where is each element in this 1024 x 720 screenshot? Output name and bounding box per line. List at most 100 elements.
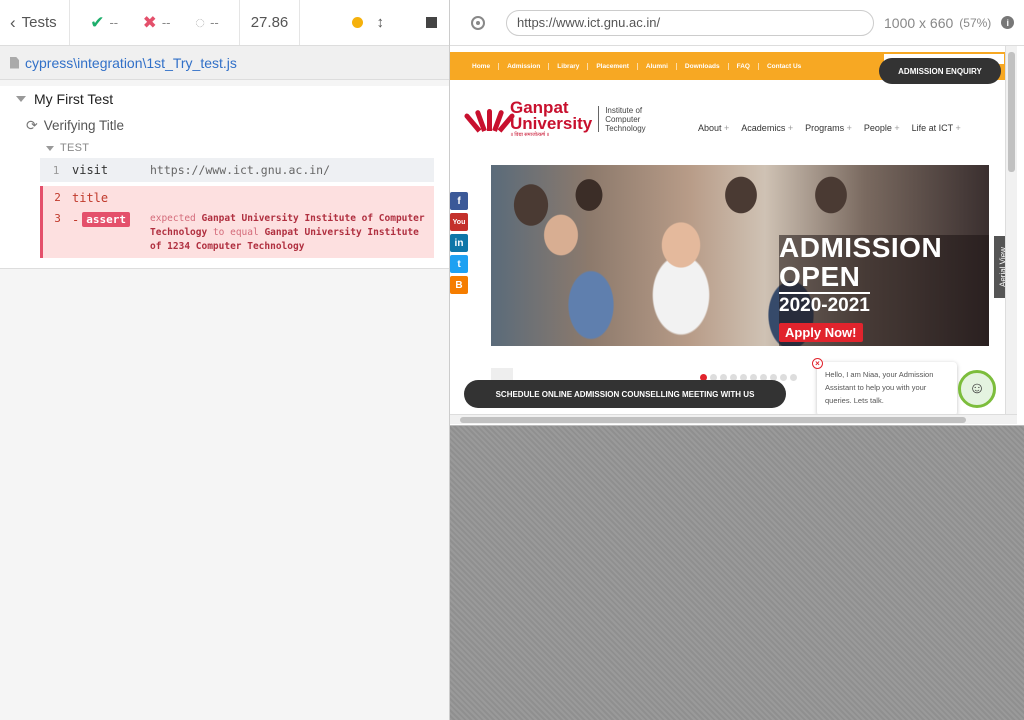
ganpat-logo-icon xyxy=(463,105,516,133)
site-main-menu: About Academics Programs People Life at … xyxy=(698,123,961,133)
admission-enquiry-button[interactable]: ADMISSION ENQUIRY xyxy=(879,58,1001,84)
refresh-icon: ⟳ xyxy=(26,116,38,133)
menu-programs[interactable]: Programs xyxy=(805,123,852,133)
site-nav-contact[interactable]: Contact Us xyxy=(759,63,809,70)
viewport-info[interactable]: 1000 x 660 (57%) i xyxy=(884,14,1015,31)
x-icon: ✖ xyxy=(142,12,157,32)
circle-notch-icon: ◌ xyxy=(194,12,206,32)
command-row-visit[interactable]: 1 visit https://www.ict.gnu.ac.in/ xyxy=(40,158,434,182)
banner-line-1: ADMISSION xyxy=(779,232,943,263)
close-icon[interactable]: × xyxy=(812,358,823,369)
aut-pane: https://www.ict.gnu.ac.in/ 1000 x 660 (5… xyxy=(450,0,1024,720)
vertical-scrollbar[interactable] xyxy=(1005,46,1017,416)
logo-divider xyxy=(598,106,600,132)
admission-banner[interactable]: ADMISSION OPEN 2020-2021 Apply Now! xyxy=(491,165,989,346)
command-message: https://www.ict.gnu.ac.in/ xyxy=(150,163,331,177)
viewport-size: 1000 x 660 xyxy=(884,14,954,31)
arrows-vertical-icon[interactable]: ↕ xyxy=(377,14,385,31)
assistant-avatar-icon: ☺ xyxy=(968,380,986,397)
twitter-icon[interactable]: t xyxy=(450,255,468,273)
tests-back-button[interactable]: ‹ Tests xyxy=(0,0,70,45)
test-title: Verifying Title xyxy=(43,117,125,133)
banner-year: 2020-2021 xyxy=(779,292,870,317)
command-number: 2 xyxy=(54,191,61,204)
caret-down-icon xyxy=(16,96,26,102)
menu-people[interactable]: People xyxy=(864,123,900,133)
site-nav-library[interactable]: Library xyxy=(549,62,589,70)
reporter-pane: ‹ Tests ✔ -- ✖ -- ◌ -- 27.86 ↕ cypress\i… xyxy=(0,0,450,720)
site-nav-downloads[interactable]: Downloads xyxy=(677,62,729,70)
caret-down-icon xyxy=(46,145,54,151)
youtube-icon[interactable]: You xyxy=(450,213,468,231)
site-nav-alumni[interactable]: Alumni xyxy=(638,62,677,70)
social-icons: f You in t B xyxy=(450,192,468,294)
selector-playground-button[interactable] xyxy=(450,15,506,30)
file-icon xyxy=(10,56,19,69)
command-row-assert[interactable]: 3 - assert expected Ganpat University In… xyxy=(40,210,434,258)
logo-inst-line-1: Institute of xyxy=(605,105,643,115)
stats-bar: ✔ -- ✖ -- ◌ -- xyxy=(70,0,240,45)
passed-count: -- xyxy=(109,15,119,30)
carousel-dot[interactable] xyxy=(780,374,787,381)
tests-label: Tests xyxy=(21,14,57,31)
banner-line-2: OPEN xyxy=(779,261,861,292)
aut-header: https://www.ict.gnu.ac.in/ 1000 x 660 (5… xyxy=(450,0,1024,46)
apply-now-button[interactable]: Apply Now! xyxy=(779,323,863,342)
spec-file-header: cypress\integration\1st_Try_test.js xyxy=(0,46,449,80)
test-row[interactable]: ⟳ Verifying Title xyxy=(0,112,449,138)
site-logo[interactable]: Ganpat University ॥ विद्या समाजोत्कर्ष ॥… xyxy=(463,99,646,138)
run-controls: ↕ xyxy=(300,0,449,45)
aut-background xyxy=(450,426,1024,720)
reporter-header: ‹ Tests ✔ -- ✖ -- ◌ -- 27.86 ↕ xyxy=(0,0,449,46)
menu-about[interactable]: About xyxy=(698,123,729,133)
check-icon: ✔ xyxy=(90,12,105,32)
pending-count: -- xyxy=(210,15,219,30)
command-log: 1 visit https://www.ict.gnu.ac.in/ 2 tit… xyxy=(40,158,434,258)
stop-icon[interactable] xyxy=(426,17,437,28)
site-nav-placement[interactable]: Placement xyxy=(588,62,638,70)
command-number: 1 xyxy=(52,163,60,177)
site-nav-admission[interactable]: Admission xyxy=(499,62,550,70)
chevron-left-icon: ‹ xyxy=(10,12,16,32)
pending-stat: ◌ -- xyxy=(195,13,219,33)
schedule-counselling-button[interactable]: SCHEDULE ONLINE ADMISSION COUNSELLING ME… xyxy=(464,380,786,408)
test-section-header[interactable]: TEST xyxy=(0,138,449,158)
duration: 27.86 xyxy=(240,0,300,45)
running-dot-icon xyxy=(351,17,363,28)
aut-iframe[interactable]: Home Admission Library Placement Alumni … xyxy=(450,46,1024,426)
menu-academics[interactable]: Academics xyxy=(741,123,793,133)
chatbot-avatar[interactable]: ☺ xyxy=(958,370,996,408)
logo-inst-line-2: Computer xyxy=(605,114,641,124)
expected-word: expected xyxy=(150,213,196,224)
menu-life-at-ict[interactable]: Life at ICT xyxy=(912,123,961,133)
logo-institute: Institute of Computer Technology xyxy=(605,106,645,133)
runnables-list: My First Test ⟳ Verifying Title TEST 1 v… xyxy=(0,86,449,269)
chatbot-bubble[interactable]: Hello, I am Niaa, your Admission Assista… xyxy=(817,362,957,416)
command-name: visit xyxy=(72,163,109,177)
logo-text: Ganpat University ॥ विद्या समाजोत्कर्ष ॥ xyxy=(510,99,593,138)
suite-row[interactable]: My First Test xyxy=(0,86,449,112)
passed-stat: ✔ -- xyxy=(90,13,118,33)
viewport-scale: (57%) xyxy=(959,15,992,30)
blogger-icon[interactable]: B xyxy=(450,276,468,294)
info-icon[interactable]: i xyxy=(1001,16,1015,29)
command-name: title xyxy=(72,191,109,205)
section-label: TEST xyxy=(60,142,90,154)
site-nav-home[interactable]: Home xyxy=(464,62,500,70)
logo-name-2: University xyxy=(510,114,593,133)
suite-title: My First Test xyxy=(34,91,114,107)
assert-message: expected Ganpat University Institute of … xyxy=(150,212,434,254)
spec-path-link[interactable]: cypress\integration\1st_Try_test.js xyxy=(25,55,237,71)
facebook-icon[interactable]: f xyxy=(450,192,468,210)
command-name: - assert xyxy=(72,212,150,227)
linkedin-icon[interactable]: in xyxy=(450,234,468,252)
horizontal-scrollbar[interactable] xyxy=(450,414,1017,424)
url-field[interactable]: https://www.ict.gnu.ac.in/ xyxy=(506,9,874,36)
command-row-title[interactable]: 2 title xyxy=(40,186,434,210)
banner-headline: ADMISSION OPEN xyxy=(779,233,942,291)
carousel-dot[interactable] xyxy=(790,374,797,381)
assert-badge: assert xyxy=(82,212,130,227)
site-nav-faq[interactable]: FAQ xyxy=(729,62,759,70)
logo-inst-line-3: Technology xyxy=(605,123,646,133)
command-dash: - xyxy=(72,212,80,227)
